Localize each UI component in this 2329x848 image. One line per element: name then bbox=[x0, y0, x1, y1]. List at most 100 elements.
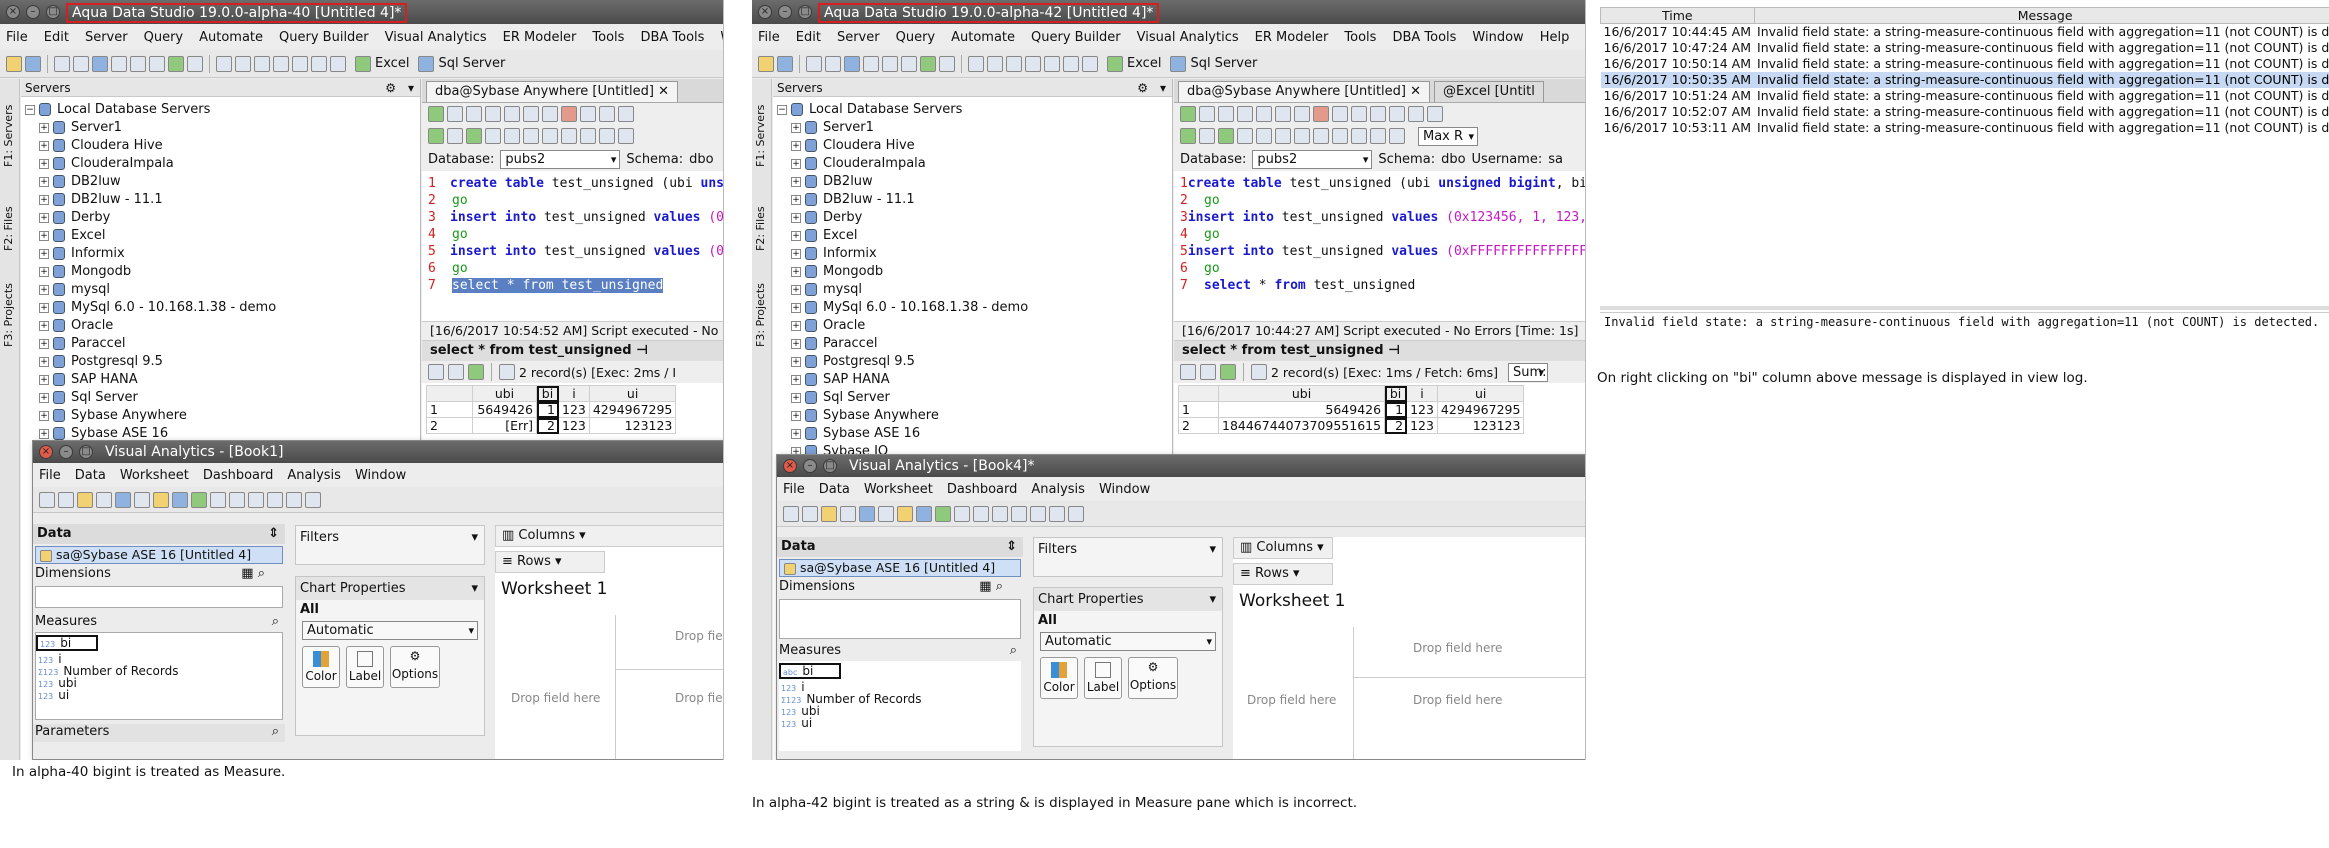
chevron-down-icon[interactable]: ▾ bbox=[1209, 592, 1216, 607]
menu-item[interactable]: File bbox=[6, 30, 28, 45]
chevron-down-icon[interactable]: ▾ bbox=[1209, 542, 1216, 557]
measure-item[interactable]: 123 ubi bbox=[36, 677, 282, 689]
tool-icon[interactable] bbox=[292, 55, 308, 72]
expand-icon[interactable]: + bbox=[39, 194, 49, 205]
log-column-header[interactable]: Time bbox=[1600, 7, 1755, 24]
tool-icon[interactable] bbox=[1389, 128, 1405, 144]
table-row[interactable]: 1 5649426 1 123 4294967295 bbox=[426, 401, 677, 418]
tree-item[interactable]: + Oracle bbox=[777, 317, 1028, 335]
tree-item[interactable]: + Mongodb bbox=[777, 263, 1028, 281]
expand-icon[interactable]: + bbox=[791, 212, 801, 223]
log-row[interactable]: 16/6/2017 10:44:45 AM Invalid field state… bbox=[1601, 24, 2329, 40]
sort-icon[interactable]: ⇕ bbox=[1006, 537, 1017, 557]
grid-cell[interactable]: 123123 bbox=[1436, 417, 1525, 434]
connection-select[interactable]: sa@Sybase ASE 16 [Untitled 4] bbox=[779, 559, 1021, 577]
tool-icon[interactable] bbox=[254, 55, 270, 72]
tool-icon[interactable] bbox=[1294, 106, 1310, 122]
refresh-icon[interactable] bbox=[916, 505, 932, 522]
tree-item[interactable]: + Sql Server bbox=[25, 389, 276, 407]
column-header[interactable]: ui bbox=[588, 385, 677, 402]
search-icon[interactable]: ⌕ bbox=[272, 724, 279, 739]
execute-icon[interactable] bbox=[1180, 106, 1196, 122]
tree-item[interactable]: + mysql bbox=[777, 281, 1028, 299]
tool-icon[interactable] bbox=[267, 491, 283, 508]
tool-icon[interactable] bbox=[1332, 128, 1348, 144]
tool-icon[interactable] bbox=[168, 55, 184, 72]
tool-icon[interactable] bbox=[96, 491, 112, 508]
tool-icon[interactable] bbox=[920, 55, 936, 72]
grid-cell[interactable]: 5649426 bbox=[472, 401, 537, 418]
tool-icon[interactable] bbox=[149, 55, 165, 72]
expand-icon[interactable]: + bbox=[791, 122, 801, 133]
menu-item[interactable]: Server bbox=[85, 30, 128, 45]
expand-icon[interactable]: + bbox=[791, 356, 801, 367]
tree-item[interactable]: + Sybase Anywhere bbox=[25, 407, 276, 425]
tool-icon[interactable] bbox=[1199, 128, 1215, 144]
tool-icon[interactable] bbox=[305, 491, 321, 508]
tool-icon[interactable] bbox=[504, 106, 520, 122]
tool-icon[interactable] bbox=[54, 55, 70, 72]
column-header[interactable] bbox=[426, 385, 473, 402]
tool-icon[interactable] bbox=[542, 106, 558, 122]
excel-button[interactable]: Excel bbox=[1107, 55, 1161, 72]
menu-item[interactable]: Query bbox=[896, 30, 936, 45]
column-header[interactable]: ubi bbox=[1217, 385, 1386, 402]
tree-item[interactable]: + Paraccel bbox=[777, 335, 1028, 353]
column-header[interactable]: i bbox=[558, 385, 590, 402]
measure-item[interactable]: 123 ui bbox=[779, 717, 1021, 729]
expand-icon[interactable]: + bbox=[791, 158, 801, 169]
undo-icon[interactable] bbox=[39, 491, 55, 508]
gear-icon[interactable]: ⚙ bbox=[385, 79, 396, 97]
menu-item[interactable]: Window bbox=[1099, 482, 1150, 497]
menu-item[interactable]: Edit bbox=[796, 30, 821, 45]
sum-field[interactable]: Sum: bbox=[1508, 362, 1549, 382]
log-row[interactable]: 16/6/2017 10:47:24 AM Invalid field state… bbox=[1601, 40, 2329, 56]
minimize-icon[interactable]: – bbox=[778, 5, 792, 19]
tool-icon[interactable] bbox=[1049, 505, 1065, 522]
color-button[interactable]: Color bbox=[1040, 657, 1078, 699]
tree-item[interactable]: + DB2luw bbox=[777, 173, 1028, 191]
chevron-down-icon[interactable]: ▾ bbox=[1160, 79, 1166, 97]
menu-item[interactable]: Tools bbox=[1344, 30, 1376, 45]
tree-item[interactable]: + mysql bbox=[25, 281, 276, 299]
tool-icon[interactable] bbox=[466, 106, 482, 122]
expand-icon[interactable]: + bbox=[39, 140, 49, 151]
tree-root[interactable]: − Local Database Servers bbox=[777, 101, 1028, 119]
menu-item[interactable]: File bbox=[39, 468, 61, 483]
menu-item[interactable]: Dashboard bbox=[203, 468, 274, 483]
maximize-icon[interactable]: □ bbox=[823, 459, 837, 473]
tool-icon[interactable] bbox=[229, 491, 245, 508]
sql-server-button[interactable]: Sql Server bbox=[418, 55, 505, 72]
menu-item[interactable]: Window bbox=[1472, 30, 1523, 45]
tool-icon[interactable] bbox=[187, 55, 203, 72]
sql-code-area[interactable]: 1 create table test_unsigned (ubi uns 2 go 3… bbox=[422, 171, 723, 321]
tool-icon[interactable] bbox=[561, 106, 577, 122]
column-header[interactable]: bi bbox=[1384, 385, 1408, 402]
tool-icon[interactable] bbox=[806, 55, 822, 72]
menu-item[interactable]: Analysis bbox=[1031, 482, 1085, 497]
chart-type-select[interactable]: Automatic bbox=[1040, 632, 1216, 651]
tree-item[interactable]: + Informix bbox=[777, 245, 1028, 263]
menu-item[interactable]: Server bbox=[837, 30, 880, 45]
tool-icon[interactable] bbox=[499, 364, 515, 380]
measure-item[interactable]: 123 ui bbox=[36, 689, 282, 701]
tool-icon[interactable] bbox=[1068, 505, 1084, 522]
tree-root[interactable]: − Local Database Servers bbox=[25, 101, 276, 119]
drop-zone[interactable]: Drop fiel bbox=[675, 691, 723, 705]
tool-icon[interactable] bbox=[1370, 106, 1386, 122]
expand-icon[interactable]: + bbox=[791, 266, 801, 277]
tool-icon[interactable] bbox=[954, 505, 970, 522]
chart-type-select[interactable]: Automatic bbox=[302, 621, 478, 640]
grid-cell[interactable]: 1 bbox=[1384, 401, 1408, 418]
tree-item[interactable]: + Mongodb bbox=[25, 263, 276, 281]
expand-icon[interactable]: + bbox=[39, 320, 49, 331]
menu-item[interactable]: Window bbox=[355, 468, 406, 483]
menu-item[interactable]: Wi bbox=[720, 30, 723, 45]
grid-cell[interactable]: 1 bbox=[426, 401, 473, 418]
expand-icon[interactable]: + bbox=[791, 194, 801, 205]
dimensions-list[interactable] bbox=[779, 599, 1021, 639]
grid-cell[interactable]: 123 bbox=[1406, 401, 1438, 418]
expand-icon[interactable]: + bbox=[39, 122, 49, 133]
expand-icon[interactable]: + bbox=[39, 428, 49, 439]
grid-cell[interactable]: 123123 bbox=[588, 417, 677, 434]
